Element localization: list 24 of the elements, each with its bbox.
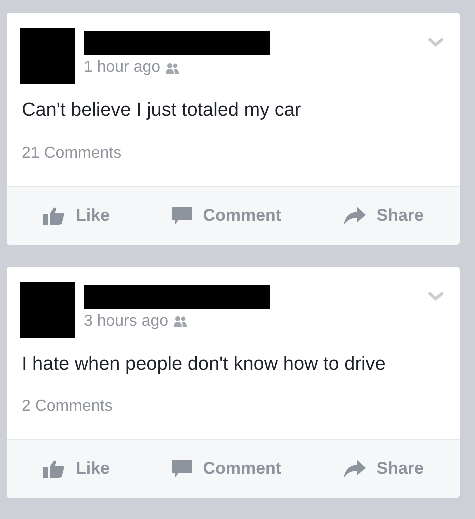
comment-button[interactable]: Comment <box>172 202 282 228</box>
timestamp: 3 hours ago <box>84 312 169 332</box>
friends-icon <box>166 62 179 74</box>
redaction-block <box>20 282 75 338</box>
redaction-block <box>20 28 75 84</box>
chevron-down-icon[interactable] <box>428 292 444 300</box>
share-button[interactable]: Share <box>344 456 424 482</box>
share-button[interactable]: Share <box>344 202 424 228</box>
post-text: Can't believe I just totaled my car <box>21 99 302 123</box>
like-button[interactable]: Like <box>43 202 110 228</box>
thumbs-up-icon <box>43 206 65 224</box>
post-text: I hate when people don't know how to drive <box>21 352 387 376</box>
like-button[interactable]: Like <box>43 456 110 482</box>
speech-bubble-icon <box>172 206 192 224</box>
comment-count[interactable]: 2 Comments <box>22 395 113 419</box>
chevron-down-icon[interactable] <box>428 38 444 47</box>
arrow-icon <box>344 206 366 224</box>
friends-icon <box>174 316 187 327</box>
thumbs-up-icon <box>43 460 65 478</box>
speech-bubble-icon <box>172 460 192 478</box>
comment-button[interactable]: Comment <box>172 456 282 482</box>
arrow-icon <box>344 460 366 478</box>
timestamp: 1 hour ago <box>84 58 161 78</box>
comment-count[interactable]: 21 Comments <box>22 142 122 166</box>
